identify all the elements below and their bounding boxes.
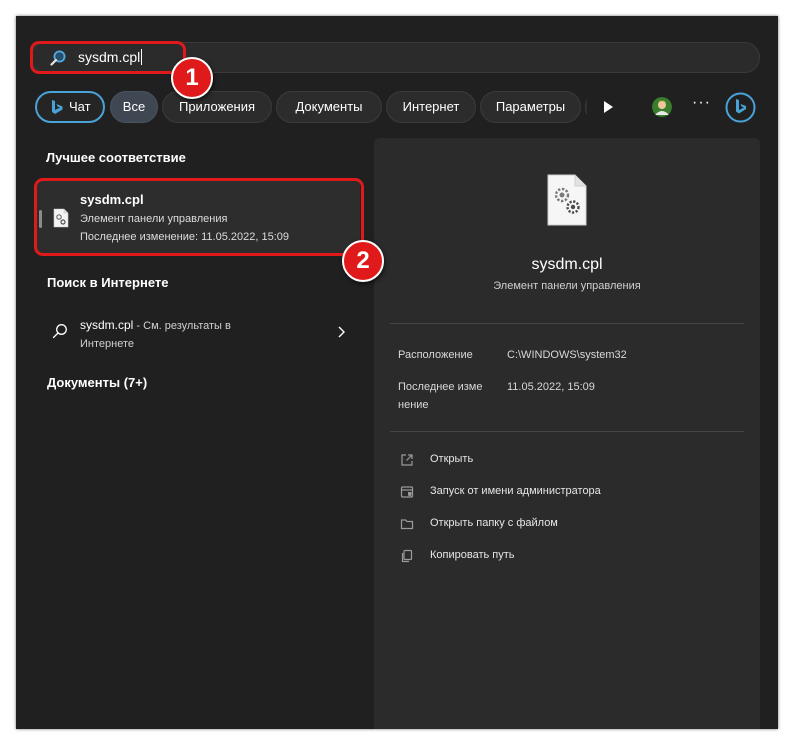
highlight-search-box	[30, 41, 186, 74]
modified-label: Последнее изме нение	[398, 378, 482, 414]
action-open-folder-label: Открыть папку с файлом	[430, 517, 558, 529]
filter-bar: Чат Все Приложения Документы Интернет Па…	[35, 91, 587, 123]
step-badge-1: 1	[171, 57, 213, 99]
filter-chat-label: Чат	[69, 99, 91, 114]
detail-pane: sysdm.cpl Элемент панели управления Расп…	[374, 138, 760, 729]
filter-settings-label: Параметры	[495, 99, 566, 114]
divider	[390, 323, 744, 324]
run-as-admin-icon	[400, 486, 414, 498]
modified-value: 11.05.2022, 15:09	[507, 381, 595, 393]
detail-file-type: Элемент панели управления	[493, 280, 641, 292]
filter-more-partial[interactable]: Л	[585, 91, 587, 123]
filter-internet-label: Интернет	[402, 99, 460, 114]
start-search-window: sysdm.cpl Чат Все Приложения Документы И…	[16, 16, 778, 729]
web-result-query: sysdm.cpl	[80, 318, 134, 332]
web-search-heading: Поиск в Интернете	[47, 275, 169, 290]
filter-apps[interactable]: Приложения	[162, 91, 272, 123]
open-external-icon	[401, 454, 413, 466]
web-search-result[interactable]: sysdm.cpl - См. результаты в Интернете	[36, 310, 360, 360]
action-open-folder[interactable]: Открыть папку с файлом	[400, 516, 720, 534]
scroll-filters-right-icon[interactable]	[602, 100, 614, 114]
folder-icon	[400, 519, 414, 530]
modified-label-line2: нение	[398, 399, 429, 411]
action-copy-path[interactable]: Копировать путь	[400, 548, 720, 566]
action-open[interactable]: Открыть	[400, 452, 720, 470]
filter-settings[interactable]: Параметры	[480, 91, 581, 123]
web-result-suffix: - См. результаты в	[133, 320, 231, 332]
action-run-as-admin-label: Запуск от имени администратора	[430, 485, 601, 497]
best-match-heading: Лучшее соответствие	[46, 150, 186, 165]
web-result-line2: Интернете	[80, 338, 134, 350]
filter-documents-label: Документы	[295, 99, 363, 114]
search-icon	[52, 324, 67, 339]
bing-icon[interactable]	[725, 92, 756, 123]
filter-chat[interactable]: Чат	[35, 91, 105, 123]
filter-documents[interactable]: Документы	[276, 91, 382, 123]
highlight-best-match	[34, 178, 364, 256]
location-value: C:\WINDOWS\system32	[507, 349, 627, 361]
step-badge-2: 2	[342, 240, 384, 282]
action-run-as-admin[interactable]: Запуск от имени администратора	[400, 484, 720, 502]
documents-heading[interactable]: Документы (7+)	[47, 375, 147, 390]
action-open-label: Открыть	[430, 453, 474, 465]
chevron-right-icon	[338, 326, 345, 338]
filter-all[interactable]: Все	[110, 91, 158, 123]
more-options-button[interactable]: ···	[692, 94, 711, 112]
location-label: Расположение	[398, 349, 473, 361]
action-copy-path-label: Копировать путь	[430, 549, 515, 561]
filter-internet[interactable]: Интернет	[386, 91, 476, 123]
detail-file-name: sysdm.cpl	[531, 256, 603, 273]
divider	[390, 431, 744, 432]
filter-all-label: Все	[122, 99, 146, 114]
control-panel-file-icon-large	[547, 174, 587, 226]
modified-label-line1: Последнее изме	[398, 381, 483, 393]
bing-chat-icon	[52, 100, 63, 114]
user-avatar[interactable]	[652, 97, 672, 117]
filter-apps-label: Приложения	[178, 99, 256, 114]
copy-icon	[401, 549, 413, 563]
